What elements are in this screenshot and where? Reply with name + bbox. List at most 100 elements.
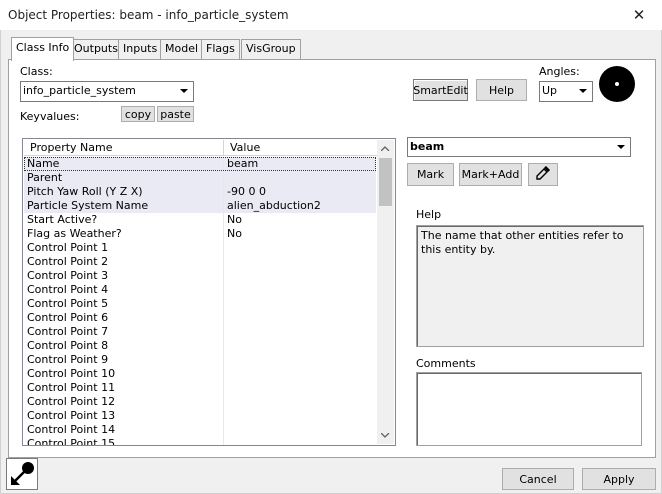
help-heading: Help [416, 208, 442, 221]
smartedit-toggle[interactable]: SmartEdit [413, 79, 468, 101]
class-value: info_particle_system [23, 84, 136, 97]
property-name: Control Point 10 [24, 367, 224, 381]
property-value: beam [227, 157, 259, 170]
property-name: Flag as Weather? [24, 227, 224, 241]
property-row[interactable]: Control Point 9 [24, 353, 376, 367]
column-header-property-name[interactable]: Property Name [24, 140, 224, 155]
eyedropper-button[interactable] [528, 163, 558, 186]
property-value [224, 395, 227, 409]
apply-button[interactable]: Apply [582, 468, 656, 490]
tab-label: Inputs [123, 42, 158, 55]
property-name: Control Point 5 [24, 297, 224, 311]
property-row[interactable]: Control Point 11 [24, 381, 376, 395]
value-field: beam [410, 140, 445, 153]
property-row[interactable]: Flag as Weather? No [24, 227, 376, 241]
property-row[interactable]: Particle System Name alien_abduction2 [24, 199, 376, 213]
property-row[interactable]: Control Point 7 [24, 325, 376, 339]
tab-label: VisGroup [246, 42, 296, 55]
scroll-down-icon[interactable] [377, 427, 394, 444]
property-value [224, 283, 227, 297]
property-row[interactable]: Parent [24, 171, 376, 185]
comments-textarea[interactable] [416, 372, 642, 446]
cancel-button[interactable]: Cancel [502, 468, 574, 490]
keyvalues-label: Keyvalues: [20, 110, 80, 123]
property-row[interactable]: Pitch Yaw Roll (Y Z X) -90 0 0 [24, 185, 376, 199]
class-label: Class: [20, 65, 53, 78]
property-value: No [227, 213, 242, 226]
property-value: -90 0 0 [227, 185, 266, 198]
property-row[interactable]: Control Point 4 [24, 283, 376, 297]
property-value: No [227, 227, 242, 240]
property-name: Control Point 12 [24, 395, 224, 409]
tab-outputs[interactable]: Outputs [69, 39, 123, 59]
title-bar: Object Properties: beam - info_particle_… [0, 0, 662, 30]
tab-class-info[interactable]: Class Info [11, 37, 75, 61]
column-header-value[interactable]: Value [224, 140, 378, 155]
close-icon: ✕ [632, 6, 646, 24]
copy-button[interactable]: copy [121, 106, 155, 122]
property-name: Control Point 2 [24, 255, 224, 269]
angles-select[interactable]: Up [539, 81, 593, 102]
property-name: Control Point 6 [24, 311, 224, 325]
property-name: Control Point 9 [24, 353, 224, 367]
class-select[interactable]: info_particle_system [20, 81, 194, 102]
property-value [224, 241, 227, 255]
mark-add-button[interactable]: Mark+Add [459, 163, 522, 186]
tab-model[interactable]: Model [160, 39, 204, 59]
property-name: Control Point 4 [24, 283, 224, 297]
tab-flags[interactable]: Flags [201, 39, 240, 59]
angle-compass-icon[interactable] [598, 65, 636, 103]
property-name: Control Point 14 [24, 423, 224, 437]
property-row[interactable]: Control Point 5 [24, 297, 376, 311]
property-value [224, 269, 227, 283]
property-row[interactable]: Start Active? No [24, 213, 376, 227]
property-row[interactable]: Control Point 8 [24, 339, 376, 353]
property-list-header: Property Name Value [24, 140, 378, 156]
property-row[interactable]: Control Point 13 [24, 409, 376, 423]
property-name: Control Point 7 [24, 325, 224, 339]
property-value [224, 367, 227, 381]
help-text: The name that other entities refer to th… [421, 229, 624, 256]
property-row[interactable]: Control Point 2 [24, 255, 376, 269]
property-row[interactable]: Control Point 1 [24, 241, 376, 255]
tab-inputs[interactable]: Inputs [118, 39, 163, 59]
property-row[interactable]: Control Point 3 [24, 269, 376, 283]
paste-button[interactable]: paste [157, 106, 194, 122]
property-value [224, 381, 227, 395]
property-name: Control Point 15 [24, 437, 224, 445]
property-value [224, 297, 227, 311]
close-button[interactable]: ✕ [624, 2, 654, 28]
property-row[interactable]: Control Point 10 [24, 367, 376, 381]
property-name: Parent [24, 171, 224, 185]
property-name: Control Point 13 [24, 409, 224, 423]
pick-pointer-button[interactable] [6, 458, 38, 490]
chevron-down-icon [614, 139, 629, 155]
property-name: Name [24, 157, 224, 171]
property-list[interactable]: Property Name Value Name beam Parent Pitch … [22, 138, 396, 446]
property-row[interactable]: Control Point 12 [24, 395, 376, 409]
property-value [224, 255, 227, 269]
property-value [224, 409, 227, 423]
vertical-scrollbar[interactable] [377, 140, 394, 444]
tab-visgroup[interactable]: VisGroup [241, 39, 301, 59]
property-name: Control Point 11 [24, 381, 224, 395]
help-box: The name that other entities refer to th… [416, 225, 644, 347]
property-row[interactable]: Control Point 6 [24, 311, 376, 325]
property-name: Control Point 8 [24, 339, 224, 353]
scrollbar-thumb[interactable] [379, 158, 392, 206]
help-button[interactable]: Help [476, 79, 527, 101]
property-value [224, 423, 227, 437]
property-name: Particle System Name [24, 199, 224, 213]
tab-label: Model [165, 42, 199, 55]
scroll-up-icon[interactable] [377, 140, 394, 157]
mark-button[interactable]: Mark [407, 163, 454, 186]
property-value [224, 339, 227, 353]
property-row[interactable]: Name beam [24, 157, 376, 171]
property-name: Control Point 1 [24, 241, 224, 255]
value-select[interactable]: beam [407, 137, 631, 157]
property-name: Start Active? [24, 213, 224, 227]
property-value [224, 325, 227, 339]
property-row[interactable]: Control Point 15 [24, 437, 376, 445]
property-value [224, 311, 227, 325]
property-row[interactable]: Control Point 14 [24, 423, 376, 437]
